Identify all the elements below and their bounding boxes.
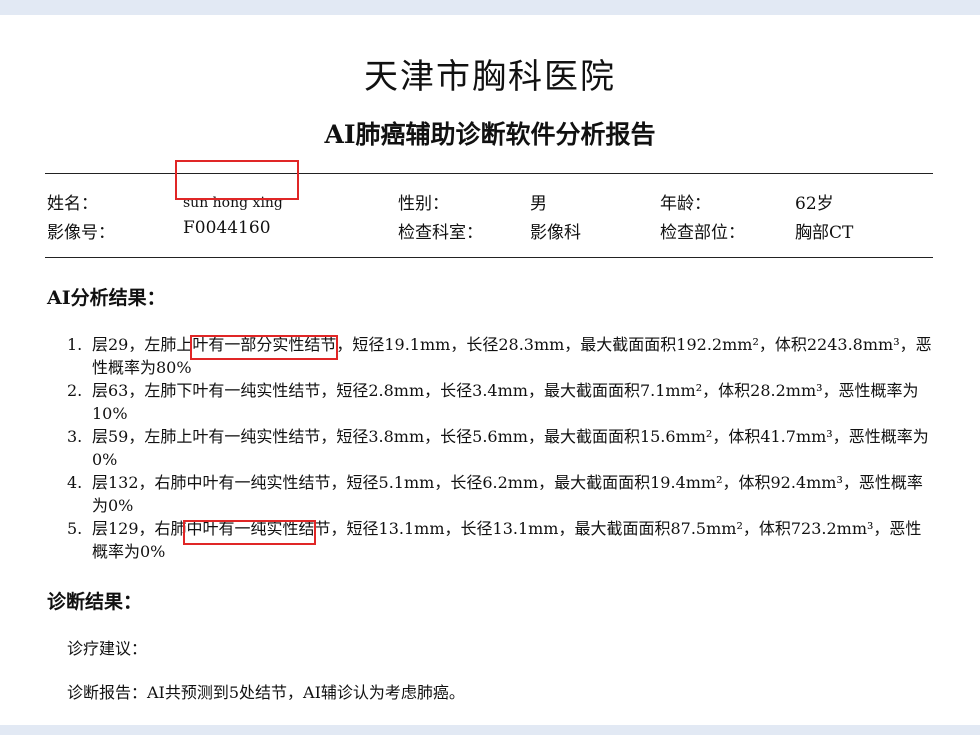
image-number-label: 影像号： [47, 223, 115, 243]
divider-bottom [45, 257, 933, 258]
finding-item: 3. 层59，左肺上叶有一纯实性结节，短径3.8mm，长径5.6mm，最大截面面… [67, 425, 932, 471]
redaction-annotation-box [175, 160, 299, 200]
analysis-section-title: AI分析结果： [47, 287, 166, 309]
department-value: 影像科 [530, 223, 581, 243]
finding-number: 2. [67, 381, 83, 400]
report-title: AI肺癌辅助诊断软件分析报告 [324, 120, 656, 149]
gender-label: 性别： [398, 194, 449, 214]
age-label: 年龄： [660, 194, 711, 214]
finding-number: 4. [67, 473, 83, 492]
diagnosis-section-title: 诊断结果： [47, 591, 143, 613]
finding-text: 层59，左肺上叶有一纯实性结节，短径3.8mm，长径5.6mm，最大截面面积15… [92, 427, 929, 469]
department-label: 检查科室： [398, 223, 483, 243]
finding-item: 4. 层132，右肺中叶有一纯实性结节，短径5.1mm，长径6.2mm，最大截面… [67, 471, 932, 517]
image-number-value: F0044160 [183, 218, 271, 238]
gender-value: 男 [530, 194, 547, 214]
exam-part-value: 胸部CT [795, 223, 854, 243]
name-label: 姓名： [47, 194, 98, 214]
report-page: 天津市胸科医院 AI肺癌辅助诊断软件分析报告 姓名： sun hong xing… [0, 15, 980, 725]
finding-item: 2. 层63，左肺下叶有一纯实性结节，短径2.8mm，长径3.4mm，最大截面面… [67, 379, 932, 425]
treatment-advice: 诊疗建议： [67, 639, 148, 658]
finding-number: 5. [67, 519, 83, 538]
finding-number: 1. [67, 335, 83, 354]
hospital-name: 天津市胸科医院 [364, 57, 616, 97]
diagnosis-report: 诊断报告：AI共预测到5处结节，AI辅诊认为考虑肺癌。 [67, 683, 465, 702]
highlight-annotation-box [190, 335, 338, 360]
finding-text: 层63，左肺下叶有一纯实性结节，短径2.8mm，长径3.4mm，最大截面面积7.… [92, 381, 919, 423]
finding-text: 层132，右肺中叶有一纯实性结节，短径5.1mm，长径6.2mm，最大截面面积1… [92, 473, 923, 515]
exam-part-label: 检查部位： [660, 223, 745, 243]
highlight-annotation-box [183, 520, 316, 545]
finding-number: 3. [67, 427, 83, 446]
age-value: 62岁 [795, 194, 834, 214]
